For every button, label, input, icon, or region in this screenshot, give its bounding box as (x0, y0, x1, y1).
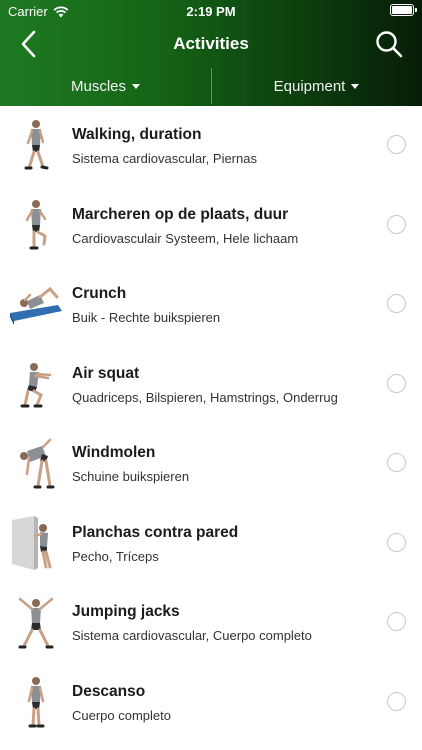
exercise-muscles: Sistema cardiovascular, Cuerpo completo (72, 628, 312, 643)
filter-divider (211, 68, 212, 104)
windmill-figure-icon (10, 434, 62, 492)
chevron-left-icon (21, 30, 36, 58)
walking-figure-icon (10, 116, 62, 174)
exercise-name: Planchas contra pared (72, 523, 239, 541)
exercise-row[interactable]: Marcheren op de plaats, duur Cardiovascu… (0, 186, 422, 266)
select-radio[interactable] (387, 453, 406, 472)
exercise-row[interactable]: Air squat Quadriceps, Bilspieren, Hamstr… (0, 345, 422, 425)
marching-figure-icon (10, 196, 62, 254)
exercise-row[interactable]: Crunch Buik - Rechte buikspieren (0, 265, 422, 345)
status-bar: Carrier 2:19 PM (0, 0, 422, 22)
resting-figure-icon (10, 673, 62, 731)
exercise-name: Jumping jacks (72, 603, 180, 620)
exercise-row[interactable]: Jumping jacks Sistema cardiovascular, Cu… (0, 583, 422, 663)
exercise-muscles: Pecho, Tríceps (72, 548, 159, 564)
select-radio[interactable] (387, 612, 406, 631)
page-title: Activities (173, 34, 249, 53)
squat-figure-icon (10, 355, 62, 413)
select-radio[interactable] (387, 294, 406, 313)
select-radio[interactable] (387, 532, 406, 552)
exercise-row[interactable]: Walking, duration Sistema cardiovascular… (0, 106, 422, 186)
exercise-muscles: Cuerpo completo (72, 707, 171, 723)
search-icon (376, 31, 403, 58)
back-button[interactable] (14, 28, 44, 60)
equipment-filter-label: Equipment (273, 77, 346, 95)
exercise-name: Descanso (72, 682, 146, 700)
exercise-muscles: Cardiovasculair Systeem, Hele lichaam (72, 230, 299, 246)
select-radio[interactable] (387, 214, 406, 234)
exercise-name: Walking, duration (72, 126, 202, 143)
select-radio[interactable] (387, 373, 406, 393)
exercise-list: Walking, duration Sistema cardiovascular… (0, 106, 422, 742)
exercise-muscles: Schuine buikspieren (72, 469, 190, 484)
exercise-muscles: Sistema cardiovascular, Piernas (72, 151, 257, 166)
equipment-filter[interactable]: Equipment (211, 66, 422, 106)
crunch-figure-icon (10, 275, 62, 333)
exercise-name: Windmolen (72, 444, 156, 461)
exercise-name: Marcheren op de plaats, duur (72, 205, 289, 223)
exercise-row[interactable]: Windmolen Schuine buikspieren (0, 424, 422, 504)
caret-down-icon (132, 83, 140, 89)
select-radio[interactable] (387, 135, 406, 154)
app-header: Carrier 2:19 PM Activities Muscles Equip… (0, 0, 422, 106)
exercise-row[interactable]: Planchas contra pared Pecho, Tríceps (0, 504, 422, 584)
caret-down-icon (351, 83, 360, 89)
wall-pushup-figure-icon (10, 514, 62, 572)
navigation-bar: Activities (0, 22, 422, 66)
exercise-muscles: Buik - Rechte buikspieren (72, 310, 221, 325)
muscles-filter[interactable]: Muscles (0, 66, 211, 106)
exercise-name: Crunch (72, 285, 127, 302)
exercise-row[interactable]: Descanso Cuerpo completo (0, 663, 422, 743)
exercise-muscles: Quadriceps, Bilspieren, Hamstrings, Onde… (72, 389, 338, 405)
search-button[interactable] (374, 28, 404, 60)
jumping-jacks-figure-icon (10, 593, 62, 651)
status-time: 2:19 PM (186, 4, 236, 19)
battery-icon (390, 4, 417, 16)
exercise-name: Air squat (72, 364, 140, 382)
select-radio[interactable] (387, 691, 406, 711)
muscles-filter-label: Muscles (70, 77, 126, 95)
